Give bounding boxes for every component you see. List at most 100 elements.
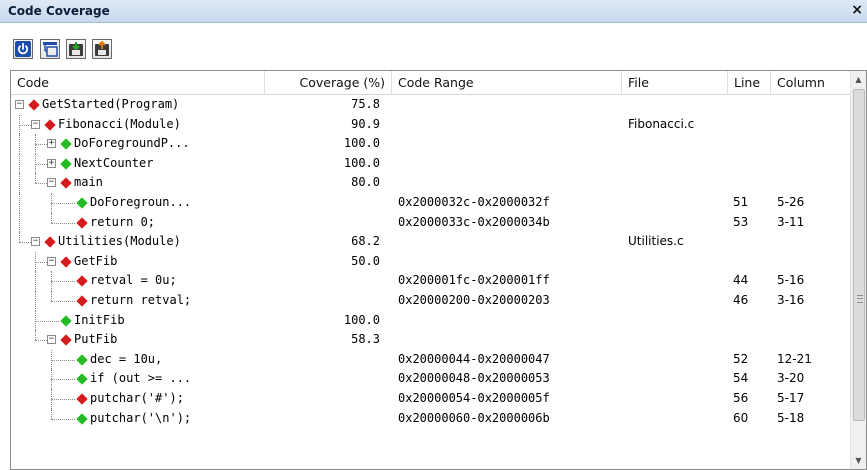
scroll-up-icon[interactable]: ▲ xyxy=(851,71,866,88)
column-header-column[interactable]: Column xyxy=(771,71,852,94)
code-cell: Fibonacci(Module) xyxy=(58,116,181,131)
import-coverage-icon xyxy=(68,41,84,57)
line-cell: 56 xyxy=(733,391,749,405)
collapse-tree-button[interactable] xyxy=(40,39,60,59)
tree-row[interactable]: putchar('\n'); 0x20000060-0x2000006b 60 5-1… xyxy=(11,408,852,429)
coverage-cell: 58.3 xyxy=(351,332,380,347)
tree-row[interactable]: DoForegroun... 0x2000032c-0x2000032f 51 5-2… xyxy=(11,193,852,213)
code-cell: DoForegroundP... xyxy=(74,136,190,151)
code-range-cell: 0x20000048-0x20000053 xyxy=(398,371,550,386)
tree-connector xyxy=(35,183,47,185)
code-range-cell xyxy=(398,173,618,193)
coverage-cell xyxy=(265,291,380,311)
code-range-cell xyxy=(398,311,618,331)
column-cell: 3-20 xyxy=(777,371,805,386)
tree-row[interactable]: + DoForegroundP... 100.0 xyxy=(11,134,852,154)
tree-connector xyxy=(51,193,52,213)
column-cell xyxy=(777,134,847,154)
scrollbar-thumb[interactable] xyxy=(853,89,865,421)
collapse-node-icon[interactable]: − xyxy=(15,100,24,109)
tree-connector xyxy=(19,153,20,174)
code-range-cell: 0x2000032c-0x2000032f xyxy=(398,195,550,209)
vertical-scrollbar[interactable]: ▲ ▼ xyxy=(850,71,866,469)
tree-row[interactable]: − main 80.0 xyxy=(11,173,852,193)
coverage-cell xyxy=(265,350,380,370)
coverage-tree-grid[interactable]: Code Coverage (%) Code Range File Line C… xyxy=(10,70,867,470)
tree-connector xyxy=(51,408,52,419)
tree-connector xyxy=(19,134,20,154)
tree-row[interactable]: return retval; 0x20000200-0x20000203 46 3-1… xyxy=(11,291,852,311)
import-coverage-button[interactable] xyxy=(66,39,86,59)
uncovered-status-icon xyxy=(60,334,72,346)
uncovered-status-icon xyxy=(76,295,88,307)
uncovered-status-icon xyxy=(44,118,56,131)
coverage-cell xyxy=(265,271,380,291)
line-cell: 51 xyxy=(733,195,749,209)
tree-connector xyxy=(51,271,52,291)
column-cell: 3-11 xyxy=(777,214,805,229)
collapse-node-icon[interactable]: − xyxy=(47,178,56,188)
collapse-tree-icon xyxy=(42,41,58,57)
line-cell xyxy=(733,154,769,174)
code-range-cell xyxy=(398,115,618,135)
tree-row[interactable]: if (out >= ... 0x20000048-0x20000053 54 3-2… xyxy=(11,369,852,389)
code-range-cell: 0x2000033c-0x2000034b xyxy=(398,214,550,229)
tree-connector xyxy=(51,399,75,400)
column-header-file[interactable]: File xyxy=(622,71,728,94)
tree-row[interactable]: − GetStarted(Program) 75.8 xyxy=(11,95,852,115)
close-icon[interactable]: × xyxy=(851,2,863,18)
tree-row[interactable]: + NextCounter 100.0 xyxy=(11,153,852,174)
expand-node-icon[interactable]: + xyxy=(47,158,56,168)
code-range-cell: 0x20000044-0x20000047 xyxy=(398,351,550,366)
tree-row[interactable]: putchar('#'); 0x20000054-0x2000005f 56 5-17 xyxy=(11,389,852,409)
tree-row[interactable]: − Fibonacci(Module) 90.9 Fibonacci.c xyxy=(11,114,852,135)
coverage-cell: 100.0 xyxy=(343,312,380,327)
column-header-line[interactable]: Line xyxy=(728,71,771,94)
tree-connector xyxy=(51,389,52,409)
collapse-node-icon[interactable]: − xyxy=(47,256,56,266)
tree-connector xyxy=(51,203,75,204)
coverage-cell: 80.0 xyxy=(351,175,380,190)
tree-connector xyxy=(35,153,36,174)
tree-connector xyxy=(19,193,20,213)
column-header-coverage[interactable]: Coverage (%) xyxy=(265,71,392,94)
code-cell: main xyxy=(74,175,103,190)
tree-connector xyxy=(35,310,36,331)
export-coverage-button[interactable] xyxy=(92,39,112,59)
tree-row[interactable]: retval = 0u; 0x200001fc-0x200001ff 44 5-16 xyxy=(11,271,852,291)
line-cell xyxy=(733,95,769,115)
code-range-cell xyxy=(398,252,618,272)
file-cell: Utilities.c xyxy=(628,234,684,249)
tree-connector xyxy=(19,124,31,126)
column-header-code-range[interactable]: Code Range xyxy=(392,71,622,94)
collapse-node-icon[interactable]: − xyxy=(31,237,40,247)
tree-connector xyxy=(35,271,36,291)
tree-row[interactable]: dec = 10u, 0x20000044-0x20000047 52 12-21 xyxy=(11,349,852,370)
file-cell xyxy=(628,369,728,389)
tree-connector xyxy=(51,359,75,361)
column-cell xyxy=(777,115,847,135)
column-cell xyxy=(777,173,847,193)
coverage-cell xyxy=(265,193,380,213)
power-button[interactable] xyxy=(13,39,33,59)
expand-node-icon[interactable]: + xyxy=(47,139,56,149)
scroll-down-icon[interactable]: ▼ xyxy=(851,452,866,469)
code-range-cell xyxy=(398,154,618,174)
tree-row[interactable]: − GetFib 50.0 xyxy=(11,251,852,272)
code-cell: return 0; xyxy=(90,214,156,229)
column-header-code[interactable]: Code xyxy=(11,71,265,94)
tree-row[interactable]: InitFib 100.0 xyxy=(11,310,852,331)
collapse-node-icon[interactable]: − xyxy=(31,119,40,129)
code-range-cell: 0x20000060-0x2000006b xyxy=(398,410,550,425)
tree-row[interactable]: return 0; 0x2000033c-0x2000034b 53 3-11 xyxy=(11,212,852,233)
file-cell xyxy=(628,252,728,272)
collapse-node-icon[interactable]: − xyxy=(47,335,56,345)
file-cell xyxy=(628,350,728,370)
tree-row[interactable]: − PutFib 58.3 xyxy=(11,330,852,350)
coverage-cell: 100.0 xyxy=(343,136,380,151)
file-cell: Fibonacci.c xyxy=(628,116,695,131)
code-range-cell: 0x20000054-0x2000005f xyxy=(398,391,550,405)
tree-row[interactable]: − Utilities(Module) 68.2 Utilities.c xyxy=(11,232,852,252)
line-cell: 53 xyxy=(733,214,749,229)
column-cell: 5-18 xyxy=(777,410,805,425)
